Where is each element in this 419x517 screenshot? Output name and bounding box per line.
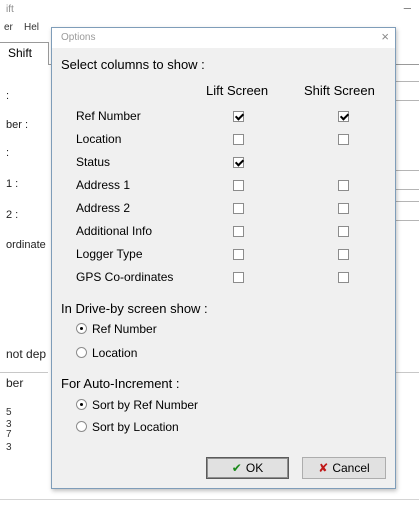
shift-screen-header: Shift Screen — [304, 83, 375, 98]
bg-input[interactable] — [395, 170, 419, 190]
bg-input[interactable] — [395, 201, 419, 221]
autoinc-option-label: Sort by Ref Number — [92, 398, 199, 412]
options-dialog: Options × Select columns to show : Lift … — [51, 27, 396, 489]
lift-additional-info-checkbox[interactable] — [233, 226, 244, 237]
radio-button[interactable] — [76, 399, 87, 410]
columns-heading: Select columns to show : — [61, 57, 205, 72]
shift-logger-type-checkbox[interactable] — [338, 249, 349, 260]
minimize-icon[interactable]: – — [404, 0, 411, 15]
row-label-logger-type: Logger Type — [76, 247, 143, 261]
close-icon[interactable]: × — [381, 29, 389, 44]
bg-label: 1 : — [6, 178, 19, 190]
bg-label: 2 : — [6, 209, 19, 221]
row-label-gps-coordinates: GPS Co-ordinates — [76, 270, 174, 284]
shift-location-checkbox[interactable] — [338, 134, 349, 145]
table-row[interactable]: 3 — [6, 442, 12, 453]
lift-address-1-checkbox[interactable] — [233, 180, 244, 191]
cancel-button[interactable]: ✘ Cancel — [302, 457, 386, 479]
cancel-button-label: Cancel — [332, 461, 370, 475]
lift-gps-coordinates-checkbox[interactable] — [233, 272, 244, 283]
row-label-address-1: Address 1 — [76, 178, 131, 192]
radio-button[interactable] — [76, 323, 87, 334]
driveby-option-label: Ref Number — [92, 322, 157, 336]
lift-location-checkbox[interactable] — [233, 134, 244, 145]
shift-ref-number-checkbox[interactable] — [338, 111, 349, 122]
x-icon: ✘ — [318, 461, 329, 475]
bg-input[interactable] — [395, 81, 419, 101]
lift-screen-header: Lift Screen — [206, 83, 269, 98]
lift-ref-number-checkbox[interactable] — [233, 111, 244, 122]
bg-label: ber : — [6, 119, 29, 131]
radio-button[interactable] — [76, 347, 87, 358]
table-row[interactable]: 7 — [6, 429, 12, 440]
shift-additional-info-checkbox[interactable] — [338, 226, 349, 237]
bg-label: : — [6, 147, 10, 159]
tab-shift-label: Shift — [8, 46, 33, 60]
row-label-address-2: Address 2 — [76, 201, 131, 215]
bg-table: 5 3 7 3 — [0, 372, 48, 457]
menu-item-user[interactable]: er — [4, 22, 13, 33]
lift-logger-type-checkbox[interactable] — [233, 249, 244, 260]
bg-label: not dep — [6, 347, 47, 361]
autoinc-option-label: Sort by Location — [92, 420, 179, 434]
ok-button[interactable]: ✔ OK — [206, 457, 289, 479]
lift-address-2-checkbox[interactable] — [233, 203, 244, 214]
shift-gps-coordinates-checkbox[interactable] — [338, 272, 349, 283]
row-label-location: Location — [76, 132, 122, 146]
driveby-option-label: Location — [92, 346, 138, 360]
dialog-titlebar[interactable]: Options × — [52, 28, 395, 48]
shift-address-1-checkbox[interactable] — [338, 180, 349, 191]
table-row[interactable]: 5 — [6, 407, 12, 418]
bg-label: : — [6, 90, 10, 102]
row-label-additional-info: Additional Info — [76, 224, 153, 238]
bg-table-border — [395, 372, 419, 373]
menu-item-help[interactable]: Hel — [24, 22, 39, 33]
ok-button-label: OK — [245, 461, 264, 475]
autoinc-heading: For Auto-Increment : — [61, 376, 180, 391]
dialog-title: Options — [61, 32, 96, 43]
tab-shift[interactable]: Shift — [0, 42, 49, 65]
shift-address-2-checkbox[interactable] — [338, 203, 349, 214]
radio-button[interactable] — [76, 421, 87, 432]
driveby-heading: In Drive-by screen show : — [61, 301, 208, 316]
app-titlebar: ift – — [0, 0, 419, 20]
checkmark-icon: ✔ — [231, 461, 242, 475]
lift-status-checkbox[interactable] — [233, 157, 244, 168]
app-title: ift — [6, 4, 14, 15]
bg-status-divider — [0, 499, 419, 500]
bg-label: ordinate — [6, 239, 46, 251]
row-label-ref-number: Ref Number — [76, 109, 141, 123]
row-label-status: Status — [76, 155, 111, 169]
